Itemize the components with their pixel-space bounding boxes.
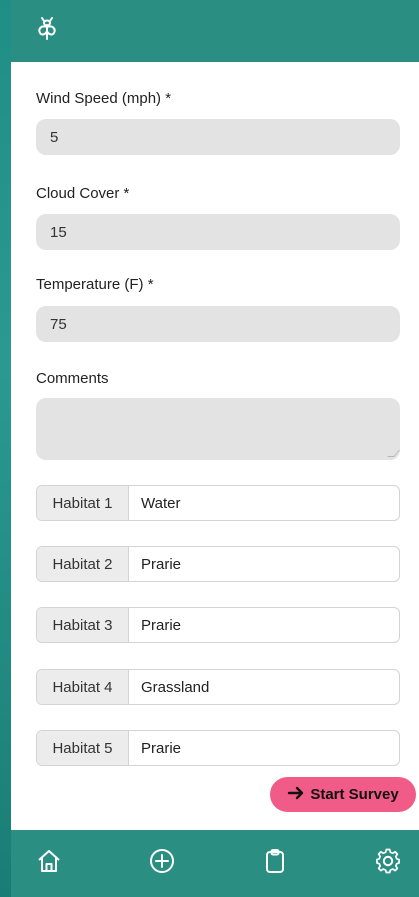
cloud-cover-label: Cloud Cover * — [36, 185, 130, 202]
habitat-label: Habitat 4 — [37, 670, 129, 704]
arrow-right-icon — [287, 786, 305, 804]
habitat-label: Habitat 1 — [37, 486, 129, 520]
nav-home-button[interactable] — [32, 847, 66, 881]
habitat-row-2: Habitat 2 Prarie — [36, 546, 400, 582]
app-screen: Wind Speed (mph) * 5 Cloud Cover * 15 Te… — [11, 0, 419, 897]
habitat-label: Habitat 3 — [37, 608, 129, 642]
habitat-input[interactable]: Grassland — [129, 670, 399, 704]
gear-icon — [374, 847, 402, 880]
comments-label: Comments — [36, 370, 109, 387]
habitat-row-3: Habitat 3 Prarie — [36, 607, 400, 643]
start-survey-label: Start Survey — [310, 786, 399, 803]
temperature-input[interactable]: 75 — [36, 306, 400, 342]
nav-settings-button[interactable] — [371, 847, 405, 881]
habitat-input[interactable]: Water — [129, 486, 399, 520]
habitat-row-5: Habitat 5 Prarie — [36, 730, 400, 766]
device-frame: Wind Speed (mph) * 5 Cloud Cover * 15 Te… — [0, 0, 419, 897]
wind-speed-input[interactable]: 5 — [36, 119, 400, 155]
habitat-label: Habitat 5 — [37, 731, 129, 765]
background-edge — [0, 0, 11, 897]
habitat-input[interactable]: Prarie — [129, 731, 399, 765]
wind-speed-label: Wind Speed (mph) * — [36, 90, 172, 107]
app-header — [11, 0, 419, 62]
habitat-row-4: Habitat 4 Grassland — [36, 669, 400, 705]
nav-surveys-button[interactable] — [258, 847, 292, 881]
home-icon — [35, 847, 63, 880]
resize-grip-icon[interactable] — [387, 450, 400, 457]
habitat-input[interactable]: Prarie — [129, 608, 399, 642]
habitat-label: Habitat 2 — [37, 547, 129, 581]
comments-textarea[interactable] — [36, 398, 400, 460]
bottom-navigation — [11, 830, 419, 897]
cloud-cover-input[interactable]: 15 — [36, 214, 400, 250]
habitat-input[interactable]: Prarie — [129, 547, 399, 581]
plus-circle-icon — [148, 847, 176, 880]
habitat-row-1: Habitat 1 Water — [36, 485, 400, 521]
clipboard-icon — [261, 847, 289, 880]
insect-icon — [33, 15, 61, 48]
temperature-label: Temperature (F) * — [36, 276, 154, 293]
start-survey-button[interactable]: Start Survey — [270, 777, 416, 812]
nav-add-button[interactable] — [145, 847, 179, 881]
